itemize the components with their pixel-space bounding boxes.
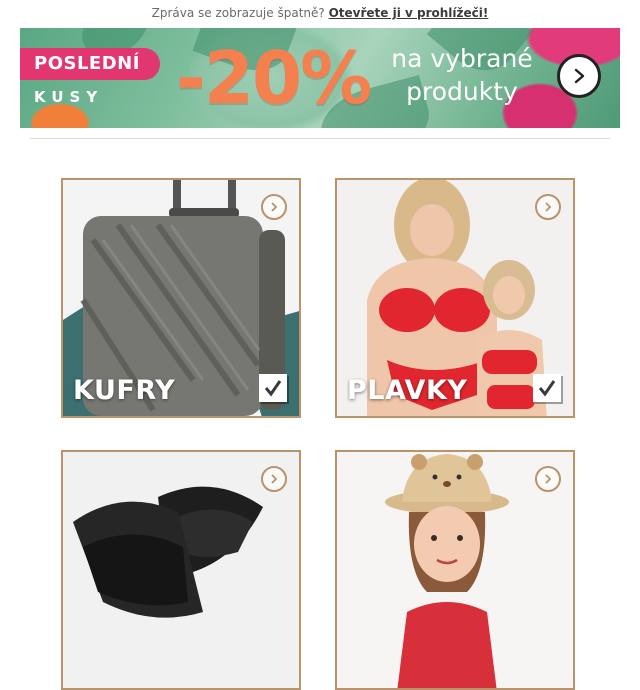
divider [30, 138, 610, 139]
checkmark-icon [259, 374, 287, 402]
category-label: PLAVKY [347, 375, 468, 406]
promo-banner[interactable]: POSLEDNÍ KUSY -20% na vybrané produkty [20, 28, 620, 128]
category-card-plavky[interactable]: PLAVKY [335, 178, 575, 418]
checkmark-icon [533, 374, 561, 402]
banner-tag: POSLEDNÍ [20, 48, 160, 80]
category-card-slippers[interactable] [61, 450, 301, 690]
preheader: Zpráva se zobrazuje špatně? Otevřete ji … [0, 6, 640, 20]
banner-subtitle-line1: na vybrané [391, 44, 533, 73]
discount-text: -20% [176, 36, 372, 120]
chevron-right-icon [574, 68, 585, 84]
category-card-kufry[interactable]: KUFRY [61, 178, 301, 418]
banner-subtitle-line2: produkty [406, 77, 518, 106]
arrow-circle-icon[interactable] [261, 194, 287, 220]
open-in-browser-link[interactable]: Otevřete ji v prohlížeči! [329, 6, 489, 20]
arrow-circle-icon[interactable] [261, 466, 287, 492]
arrow-circle-icon[interactable] [535, 194, 561, 220]
banner-subtitle: na vybrané produkty [382, 42, 542, 108]
banner-arrow-button[interactable] [557, 54, 601, 98]
category-label: KUFRY [73, 375, 176, 406]
category-card-kids[interactable] [335, 450, 575, 690]
arrow-circle-icon[interactable] [535, 466, 561, 492]
preheader-text: Zpráva se zobrazuje špatně? [151, 6, 325, 20]
banner-subtag: KUSY [34, 88, 104, 106]
